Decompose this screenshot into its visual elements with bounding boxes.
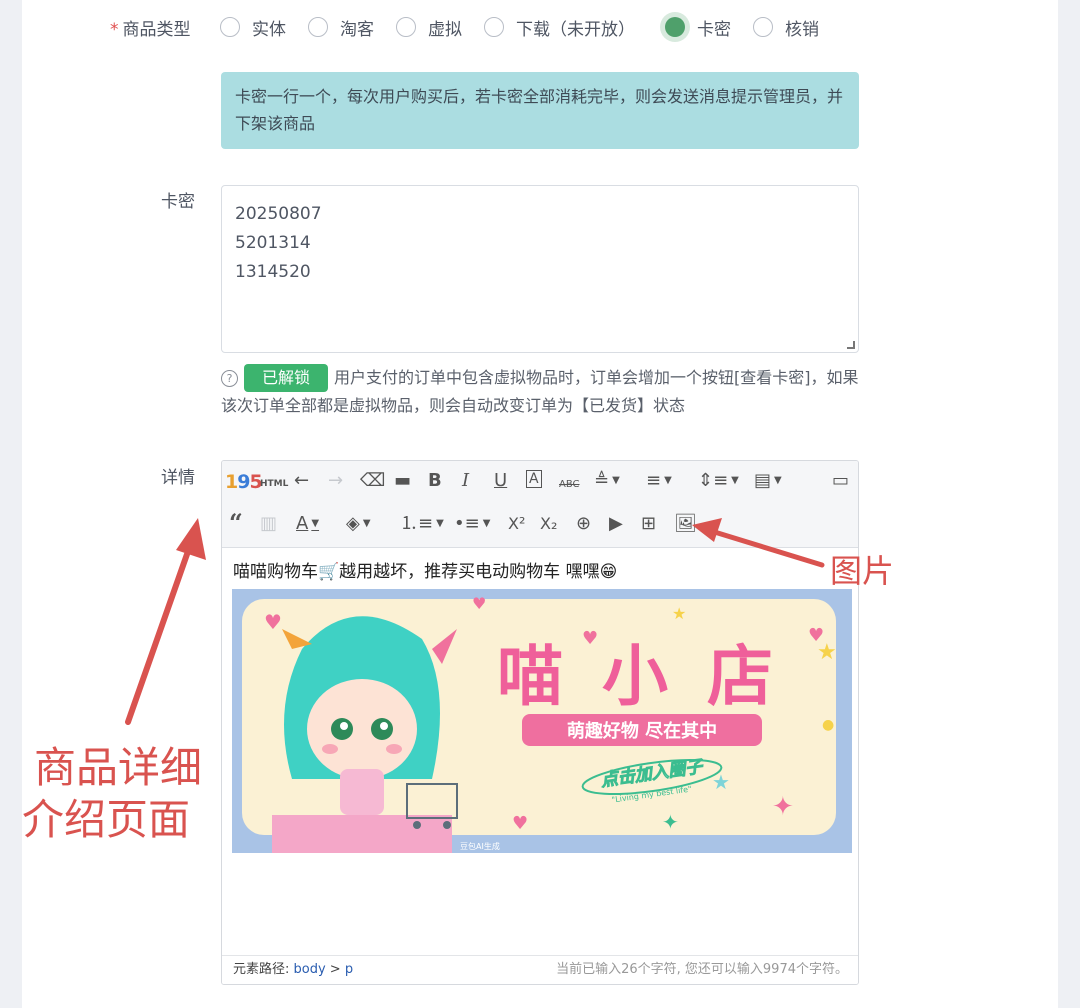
annotation-arrows xyxy=(125,518,825,725)
annotation-image-label: 图片 xyxy=(830,552,895,590)
annotation-detail-line2: 介绍页面 xyxy=(22,795,191,844)
annotation-detail-line1: 商品详细 xyxy=(34,743,203,792)
